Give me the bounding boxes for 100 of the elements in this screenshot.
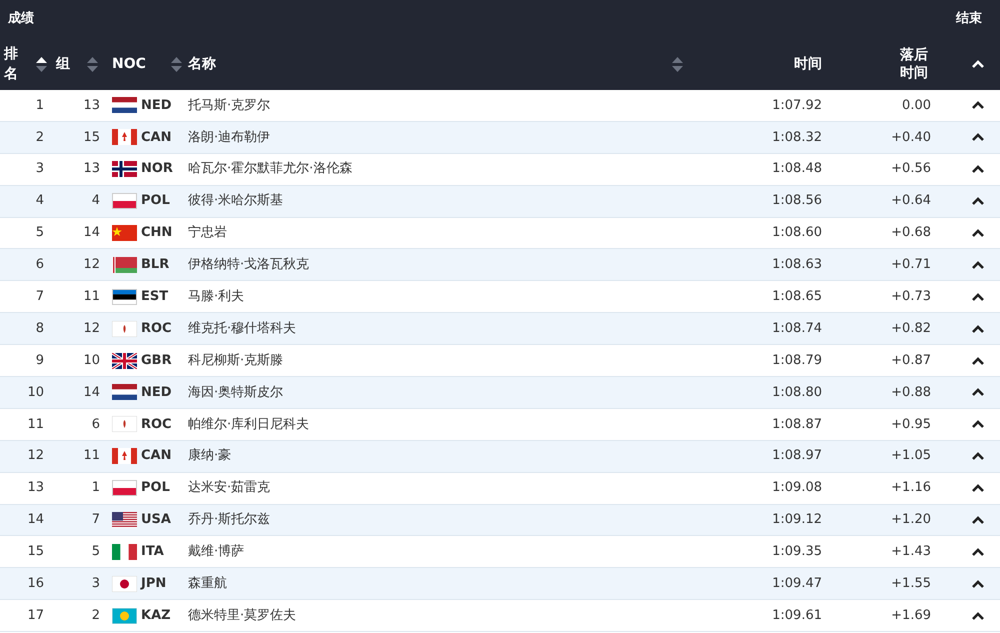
column-header: 组 — [56, 54, 70, 74]
sort-icon[interactable] — [35, 56, 48, 72]
gap-text: 0.00 — [901, 96, 932, 115]
rank-text: 13 — [26, 479, 45, 498]
athlete-name: 哈瓦尔·霍尔默菲尤尔·洛伦森 — [187, 160, 354, 178]
noc-code: USA — [141, 511, 171, 530]
athlete-name: 伊格纳特·戈洛瓦秋克 — [187, 256, 310, 274]
rank-text: 7 — [34, 288, 45, 306]
time-text: 1:08.74 — [771, 320, 823, 338]
time-text: 1:08.60 — [771, 224, 823, 242]
flag-icon — [112, 448, 137, 464]
flag-icon — [112, 288, 137, 305]
athlete-name: 达米安·茹雷克 — [187, 479, 272, 498]
gap-text: +0.82 — [890, 320, 932, 338]
noc-code: BLR — [141, 256, 170, 274]
time-text: 1:08.79 — [771, 352, 823, 370]
rank-text: 1 — [34, 96, 45, 115]
caret-icon[interactable] — [970, 578, 984, 589]
caret-icon[interactable] — [970, 483, 984, 494]
rank-text: 6 — [34, 256, 45, 274]
caret-icon[interactable] — [970, 228, 984, 238]
time-text: 1:09.61 — [771, 606, 823, 625]
time-text: 1:09.08 — [771, 479, 823, 498]
caret-icon[interactable] — [970, 100, 984, 110]
noc-code: NED — [141, 384, 172, 402]
athlete-name: 洛朗·迪布勒伊 — [187, 128, 272, 147]
flag-icon — [112, 480, 137, 496]
caret-icon[interactable] — [970, 260, 984, 270]
noc-code: KAZ — [141, 606, 171, 625]
caret-icon[interactable] — [970, 419, 984, 430]
noc-code: JPN — [141, 575, 166, 594]
athlete-name: 戴维·博萨 — [187, 543, 246, 562]
caret-icon[interactable] — [970, 132, 984, 142]
noc-code: CAN — [141, 447, 172, 466]
athlete-name: 彼得·米哈尔斯基 — [187, 192, 284, 210]
caret-icon[interactable] — [970, 515, 984, 526]
flag-icon — [112, 193, 137, 210]
athlete-name: 乔丹·斯托尔兹 — [187, 511, 272, 530]
group-text: 14 — [82, 224, 101, 242]
athlete-name: 海因·奥特斯皮尔 — [187, 384, 284, 402]
collapse-all-icon[interactable] — [970, 59, 984, 69]
caret-icon[interactable] — [970, 324, 984, 334]
gap-text: +0.64 — [890, 192, 932, 210]
rank-text: 14 — [26, 511, 45, 530]
athlete-name: 帕维尔·库利日尼科夫 — [187, 416, 310, 434]
gap-text: +1.69 — [890, 606, 932, 625]
athlete-name: 德米特里·莫罗佐夫 — [187, 606, 298, 625]
time-text: 1:08.97 — [771, 447, 823, 466]
gap-text: +1.43 — [890, 543, 932, 562]
time-text: 1:09.47 — [771, 575, 823, 594]
column-header: 落后时间 — [900, 46, 930, 82]
column-header: 排名 — [4, 44, 19, 84]
group-text: 13 — [82, 160, 101, 178]
noc-code: NOR — [141, 160, 173, 178]
athlete-name: 维克托·穆什塔科夫 — [187, 320, 298, 338]
group-text: 7 — [90, 511, 101, 530]
rank-text: 9 — [34, 352, 45, 370]
flag-icon — [112, 576, 137, 592]
caret-icon[interactable] — [970, 387, 984, 398]
time-text: 1:08.32 — [771, 128, 823, 147]
rank-text: 16 — [26, 575, 45, 594]
group-text: 6 — [90, 416, 101, 434]
caret-icon[interactable] — [970, 546, 984, 557]
caret-icon[interactable] — [970, 164, 984, 174]
gap-text: +0.40 — [890, 128, 932, 147]
flag-icon — [112, 352, 137, 369]
time-text: 1:08.63 — [771, 256, 823, 274]
athlete-name: 宁忠岩 — [187, 224, 228, 242]
noc-code: ROC — [141, 416, 172, 434]
gap-text: +1.05 — [890, 447, 932, 466]
flag-icon — [112, 320, 137, 337]
time-text: 1:08.65 — [771, 288, 823, 306]
group-text: 12 — [82, 256, 101, 274]
noc-code: NED — [141, 96, 172, 115]
noc-code: POL — [141, 192, 170, 210]
group-text: 11 — [82, 447, 101, 466]
gap-text: +0.87 — [890, 352, 932, 370]
athlete-name: 托马斯·克罗尔 — [187, 96, 272, 115]
rank-text: 4 — [34, 192, 45, 210]
noc-code: GBR — [141, 352, 172, 370]
caret-icon[interactable] — [970, 610, 984, 621]
caret-icon[interactable] — [970, 196, 984, 206]
time-text: 1:08.56 — [771, 192, 823, 210]
gap-text: +0.73 — [890, 288, 932, 306]
rank-text: 11 — [26, 416, 45, 434]
gap-text: +0.71 — [890, 256, 932, 274]
flag-icon — [112, 544, 137, 560]
group-text: 10 — [82, 352, 101, 370]
gap-text: +0.56 — [890, 160, 932, 178]
caret-icon[interactable] — [970, 356, 984, 366]
caret-icon[interactable] — [970, 292, 984, 302]
gap-text: +1.20 — [890, 511, 932, 530]
caret-icon[interactable] — [970, 451, 984, 462]
column-header: NOC — [112, 54, 146, 74]
rank-text: 12 — [26, 447, 45, 466]
noc-code: CHN — [141, 224, 172, 242]
rank-text: 5 — [34, 224, 45, 242]
athlete-name: 康纳·豪 — [187, 447, 232, 466]
rank-text: 10 — [26, 384, 45, 402]
rank-text: 8 — [34, 320, 45, 338]
